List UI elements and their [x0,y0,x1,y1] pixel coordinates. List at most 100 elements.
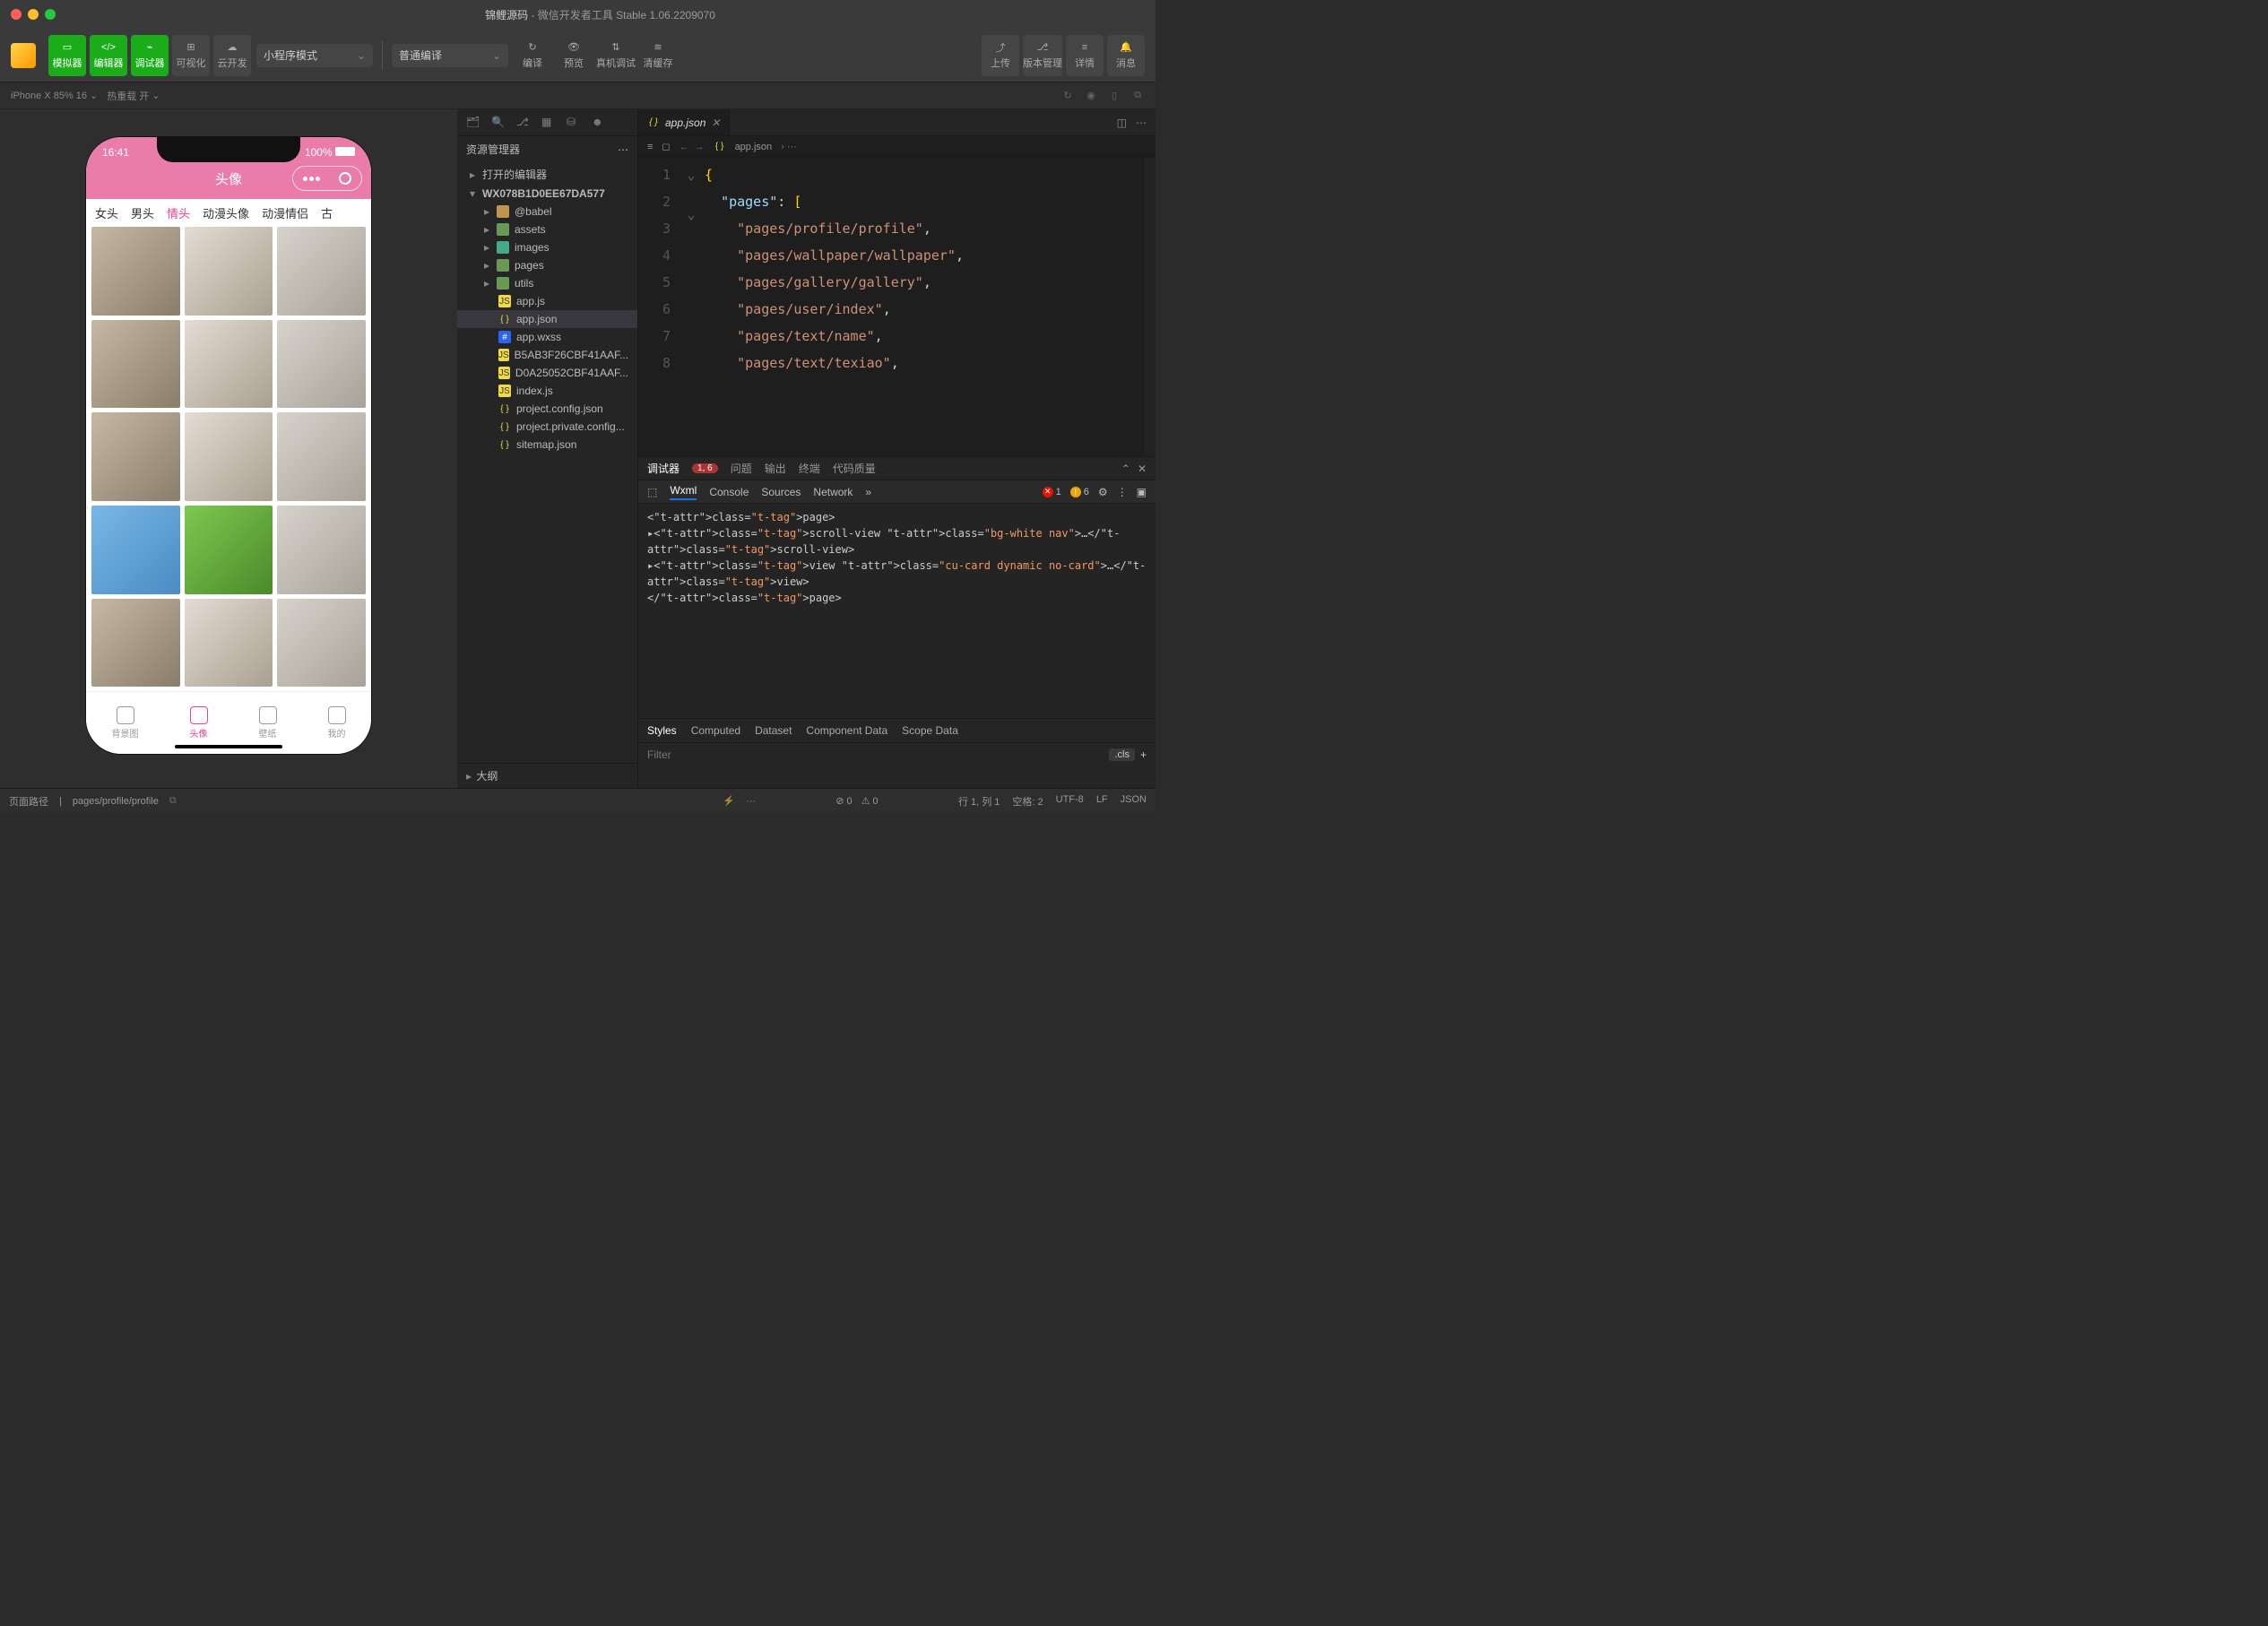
tree-file[interactable]: JSindex.js [457,382,637,400]
settings-icon[interactable]: ⚙ [1098,486,1108,498]
popout-icon[interactable]: ⧉ [1130,89,1145,103]
search-icon[interactable]: 🔍 [491,116,506,130]
tree-folder[interactable]: ▸images [457,238,637,256]
category-tab[interactable]: 男头 [131,204,154,221]
outline-section[interactable]: ▸ 大纲 [457,763,637,788]
indent-setting[interactable]: 空格: 2 [1012,794,1043,809]
editor-more-icon[interactable]: ⋯ [1136,117,1147,129]
page-path-value[interactable]: pages/profile/profile [73,796,159,807]
image-cell[interactable] [277,412,366,501]
devtools-tab-network[interactable]: Network [813,486,853,498]
image-cell[interactable] [277,506,366,594]
editor-toggle[interactable]: </> 编辑器 [90,35,127,76]
styles-filter-input[interactable] [647,748,1109,761]
cloud-toggle[interactable]: ☁ 云开发 [213,35,251,76]
compile-mode-dropdown[interactable]: 普通编译 [392,44,508,67]
branch-icon[interactable]: ⎇ [516,116,531,130]
debug-tab-problems[interactable]: 问题 [731,461,752,476]
bookmark-icon[interactable]: ◻ [662,141,670,152]
encoding[interactable]: UTF-8 [1056,794,1084,809]
messages-button[interactable]: 🔔 消息 [1107,35,1145,76]
dom-tree-pane[interactable]: <"t-attr">class="t-tag">page>▸<"t-attr">… [638,504,1156,718]
inspect-icon[interactable]: ⬚ [647,486,657,498]
tabbar-item[interactable]: 我的 [328,706,346,739]
image-cell[interactable] [91,599,180,688]
tabbar-item[interactable]: 背景图 [112,706,139,739]
language-mode[interactable]: JSON [1121,794,1147,809]
preview-button[interactable]: 👁 预览 [555,35,593,76]
hot-reload-dropdown[interactable]: 热重载 开 [107,89,160,103]
image-cell[interactable] [185,506,273,594]
robot-icon[interactable]: ☻ [592,116,606,130]
tree-folder[interactable]: ▸utils [457,274,637,292]
extensions-icon[interactable]: ▦ [541,116,556,130]
category-tab[interactable]: 动漫情侣 [262,204,308,221]
remote-debug-button[interactable]: ⇅ 真机调试 [596,35,636,76]
error-count[interactable]: ⊘ 0 [835,795,852,807]
split-editor-icon[interactable]: ◫ [1117,117,1127,129]
collapse-panel-icon[interactable]: ⌃ [1121,463,1130,475]
editor-tab-active[interactable]: { } app.json ✕ [638,109,730,135]
image-cell[interactable] [185,599,273,688]
files-icon[interactable]: 🗂 [466,116,480,130]
image-cell[interactable] [91,412,180,501]
devtools-tab-wxml[interactable]: Wxml [670,484,697,500]
more-icon[interactable]: ⋯ [746,795,756,807]
debug-tab-main[interactable]: 调试器 [647,461,680,476]
back-icon[interactable]: ← [680,142,689,152]
image-cell[interactable] [277,320,366,409]
code-editor[interactable]: 12345678 ⌄⌄ { "pages": [ "pages/profile/… [638,158,1156,456]
close-panel-icon[interactable]: ✕ [1138,463,1147,475]
device-dropdown[interactable]: iPhone X 85% 16 [11,90,98,101]
simulator-toggle[interactable]: ▭ 模拟器 [48,35,86,76]
image-cell[interactable] [91,320,180,409]
minimap[interactable] [1143,158,1156,456]
clear-cache-button[interactable]: ≋ 清缓存 [639,35,677,76]
compile-button[interactable]: ↻ 编译 [514,35,551,76]
category-tab[interactable]: 动漫头像 [203,204,249,221]
copy-icon[interactable]: ⧉ [169,795,177,807]
tree-file[interactable]: { }sitemap.json [457,436,637,454]
perf-icon[interactable]: ⚡ [723,795,735,807]
category-tab[interactable]: 古 [321,204,333,221]
image-cell[interactable] [91,227,180,316]
user-avatar[interactable] [11,43,36,68]
open-editors-section[interactable]: ▸打开的编辑器 [457,164,637,185]
image-cell[interactable] [185,320,273,409]
close-window-button[interactable] [11,9,22,20]
version-button[interactable]: ⎇ 版本管理 [1023,35,1062,76]
capsule-button[interactable] [292,166,362,191]
tabbar-item[interactable]: 头像 [190,706,208,739]
db-icon[interactable]: ⛁ [567,116,581,130]
debug-tab-terminal[interactable]: 终端 [799,461,820,476]
mode-dropdown[interactable]: 小程序模式 [256,44,373,67]
tree-file[interactable]: JSapp.js [457,292,637,310]
rotate-icon[interactable]: ↻ [1060,89,1075,103]
debug-tab-output[interactable]: 输出 [765,461,786,476]
devtools-tab-console[interactable]: Console [709,486,749,498]
tree-folder[interactable]: ▸pages [457,256,637,274]
image-cell[interactable] [277,227,366,316]
upload-button[interactable]: ⤴ 上传 [982,35,1019,76]
tree-folder[interactable]: ▸assets [457,221,637,238]
close-tab-icon[interactable]: ✕ [711,117,720,129]
tree-file[interactable]: JSB5AB3F26CBF41AAF... [457,346,637,364]
visual-toggle[interactable]: ⊞ 可视化 [172,35,210,76]
forward-icon[interactable]: → [695,142,705,152]
styles-tab[interactable]: Component Data [806,724,887,737]
record-icon[interactable]: ◉ [1084,89,1098,103]
tree-folder[interactable]: ▸@babel [457,203,637,221]
minimize-window-button[interactable] [28,9,39,20]
image-cell[interactable] [185,412,273,501]
debug-tab-quality[interactable]: 代码质量 [833,461,876,476]
tree-file[interactable]: #app.wxss [457,328,637,346]
tree-file[interactable]: { }project.config.json [457,400,637,418]
details-button[interactable]: ≡ 详情 [1066,35,1104,76]
dock-icon[interactable]: ▣ [1137,486,1147,498]
image-cell[interactable] [185,227,273,316]
tree-file[interactable]: { }app.json [457,310,637,328]
kebab-icon[interactable]: ⋮ [1117,486,1128,498]
more-icon[interactable]: ⋯ [618,143,628,156]
devtools-tab-sources[interactable]: Sources [761,486,801,498]
tree-file[interactable]: JSD0A25052CBF41AAF... [457,364,637,382]
